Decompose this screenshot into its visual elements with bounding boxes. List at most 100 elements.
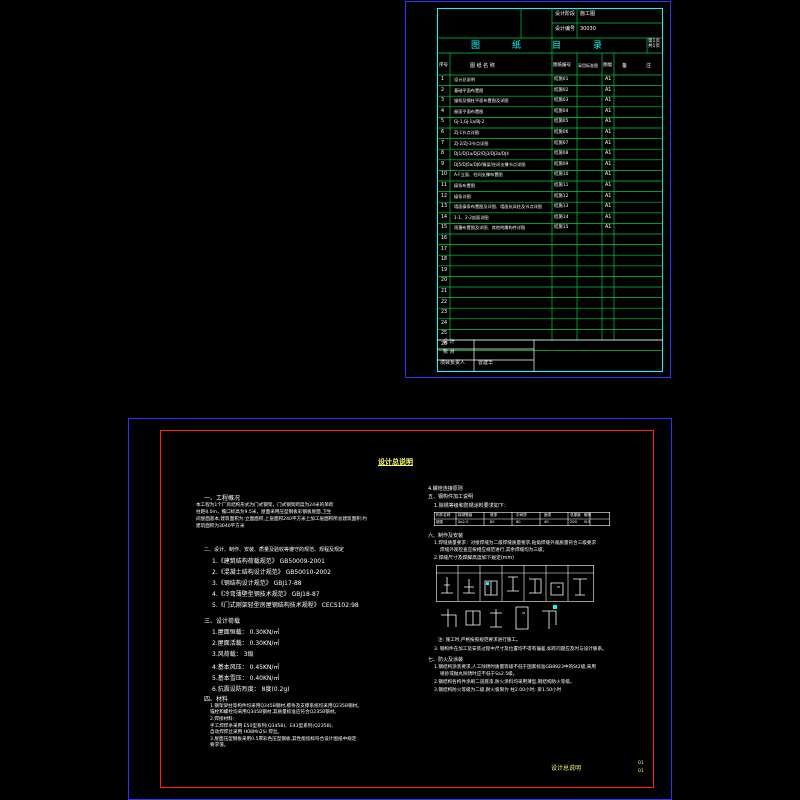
index-row-no: 5 <box>441 119 445 125</box>
index-row-no: 12 <box>441 193 448 199</box>
sec2-heading: 二、设计、制作、安装、质量及验收等遵守的规范、规程及规定 <box>204 547 345 553</box>
coating-cell-6: 总厚度 <box>570 513 581 517</box>
col-header-std: 采用标准图 <box>578 63 598 68</box>
index-row-no: 3 <box>441 98 445 104</box>
coating-cell-14: St3 <box>584 520 590 524</box>
sec7-line-3: 2.钢结构各构件涂刷二道底漆,防火涂料均采用薄型,钢结构防火等级。 <box>434 680 575 685</box>
sec2-item-2: 2.《混凝土结构设计规范》 GB50010-2002 <box>212 569 331 576</box>
index-row-no: 24 <box>441 320 448 326</box>
sec6-line-2: 焊缝外观检查应按相应规范进行,其余焊缝均为三级。 <box>440 548 548 553</box>
index-row-name: 檩条布置图 <box>454 183 475 188</box>
design-number-value: 30030 <box>580 26 596 32</box>
sec3-item-3: 3.风荷载： 3级 <box>212 651 254 658</box>
index-row-size: A1 <box>605 161 612 167</box>
sec2-item-1: 1.《建筑结构荷载规范》 GB50009-2001 <box>212 558 325 565</box>
sec2-item-5: 5.《门式刚架轻型房屋钢结构技术规程》 CECS102:98 <box>212 602 359 609</box>
index-row-code: 结施01 <box>554 77 569 82</box>
col-header-size: 图幅 <box>603 63 612 68</box>
sheet-id-bottom: 01 <box>638 769 644 774</box>
sec7-line-1: 1.钢结构涂装要求,人工除锈时质量等级不低于国家标准GB8923中的St2级,采… <box>434 665 596 670</box>
index-row-no: 17 <box>441 246 448 252</box>
coating-cell-7: 钢架 <box>436 520 444 524</box>
footer-check: 校 对 <box>443 349 455 355</box>
index-row-code: 结施14 <box>554 214 569 220</box>
coating-cell-3: 底漆 <box>490 513 498 517</box>
sec7-line-4: 3.钢结构防火等级为二级,耐火极限为 柱2.00小时; 梁1.50小时 <box>434 688 562 693</box>
index-row-size: A1 <box>605 151 612 157</box>
index-row-code: 结施03 <box>554 98 569 104</box>
sec4-line-7: 要求值。 <box>210 743 229 748</box>
index-row-code: 结施09 <box>554 161 569 167</box>
index-row-no: 25 <box>441 331 448 337</box>
index-row-code: 结施11 <box>554 183 569 188</box>
index-row-code: 结施07 <box>554 140 569 146</box>
index-row-name: 墙面檩条布置图及详图、墙面抗风柱及节点详图 <box>454 204 542 210</box>
col-header-name: 图 纸 名 称 <box>470 63 495 69</box>
sec4-line-4: 手工焊焊条采用 E50型系列(Q345B)、E43型系列(Q235B), <box>210 724 333 729</box>
sec4-heading: 四、材料 <box>204 696 229 703</box>
index-row-code: 结施08 <box>554 151 569 157</box>
sec1-line-1: 本工程为1个厂房结构形式为门式钢架，门式钢架跨度为24米的单跨 <box>196 503 334 508</box>
coating-cell-4: 中间漆 <box>516 513 527 517</box>
index-row-code: 结施15 <box>554 225 569 231</box>
index-row-size: A1 <box>605 214 612 220</box>
index-row-no: 18 <box>441 257 448 263</box>
sec6-note-2: 3. 钢构件在加工及安装过程中尺寸及位置均不得有偏差,如有问题应及时与设计联系。 <box>434 647 607 652</box>
footer-lead-name: 曾建华 <box>478 360 494 366</box>
index-row-no: 19 <box>441 267 448 273</box>
coating-cell-10: 80 <box>516 520 521 524</box>
coating-cell-8: Sa2.5 <box>458 520 469 524</box>
index-row-code: 结施02 <box>554 87 569 93</box>
index-row-no: 22 <box>441 299 448 305</box>
notes-title: 设计总说明 <box>378 458 413 466</box>
sheet-page-cell: 第1页 共1页 <box>648 39 660 49</box>
design-stage-label: 设计阶段 <box>555 11 576 17</box>
coating-cell-5: 面漆 <box>544 513 552 517</box>
sec1-line-4: 建筑面积为3040平方米 <box>196 524 245 529</box>
col-header-code: 图纸编号 <box>553 63 571 68</box>
index-row-name: GJ-1,GJ-1a/BJ-2 <box>454 119 485 125</box>
index-row-name: 屋面平面布置图 <box>454 108 484 114</box>
index-row-size: A1 <box>605 130 612 135</box>
index-row-code: 结施13 <box>554 204 569 210</box>
right-line-1: 4.螺栓连接原则 <box>428 486 463 492</box>
index-row-code: 结施04 <box>554 108 569 114</box>
index-row-size: A1 <box>605 172 612 178</box>
right-line-2: 五、钢构件加工说明 <box>428 494 474 500</box>
sec6-note-1: 注: 施工时,严格按照规范要求进行施工。 <box>438 638 521 643</box>
index-row-name: 基础平面布置图 <box>454 87 484 93</box>
index-row-name: 锚栓及钢柱平面布置图及详图 <box>454 98 509 104</box>
index-row-code: 结施06 <box>554 130 569 135</box>
index-row-name: DJ1/DJ1a/DJ2/DJ3/DJ3a/DJ4 <box>454 151 509 157</box>
coating-cell-2: 除锈等级 <box>458 513 473 517</box>
index-row-name: A-F立面、柱间支撑布置图 <box>454 172 503 178</box>
index-row-name: 檩条详图 <box>454 193 471 199</box>
index-row-no: 20 <box>441 278 448 284</box>
index-row-size: A1 <box>605 183 612 188</box>
index-row-no: 1 <box>441 77 445 82</box>
index-title-char-1: 图 <box>471 41 481 51</box>
sec3-item-4: 4.基本风压： 0.45KN/㎡ <box>212 664 280 671</box>
index-row-no: 10 <box>441 172 448 178</box>
weld-detail-table <box>436 565 594 630</box>
sec7-heading: 七、防火及涂装 <box>428 657 464 663</box>
index-row-code: 结施05 <box>554 119 569 125</box>
sec3-item-1: 1.屋面恒载： 0.30KN/㎡ <box>212 629 280 636</box>
index-row-name: DJ5/DJ5a/DJ6/钢梁/柱间支撑节点详图 <box>454 161 526 167</box>
index-title-char-2: 纸 <box>512 41 522 51</box>
sec4-line-2: 锚栓和螺栓均采用Q345B钢材,其质量标准应符合Q235B钢材。 <box>210 710 340 715</box>
index-row-name: 雨篷布置图及详图、其他附属构件详图 <box>454 225 526 231</box>
sec4-line-6: 3.屋面压型钢板采用0.5厚彩色压型钢板,其性能指标符合设计图纸中规定 <box>210 737 357 742</box>
design-stage-value: 施工图 <box>580 11 596 17</box>
index-row-size: A1 <box>605 108 612 114</box>
sec7-line-2: 喷砂或抛丸除锈时应不低于Sa2.5级。 <box>440 672 518 677</box>
index-row-size: A1 <box>605 77 612 82</box>
index-row-no: 14 <box>441 214 448 220</box>
coating-cell-12: 200 <box>570 520 577 524</box>
footer-design: 设 计 <box>443 339 455 345</box>
index-row-name: ZJ-1节点详图 <box>454 130 479 135</box>
index-row-no: 23 <box>441 310 448 316</box>
footer-lead-label: 项目负责人 <box>440 360 466 366</box>
index-row-code: 结施10 <box>554 172 569 178</box>
index-row-code: 结施12 <box>554 193 569 199</box>
